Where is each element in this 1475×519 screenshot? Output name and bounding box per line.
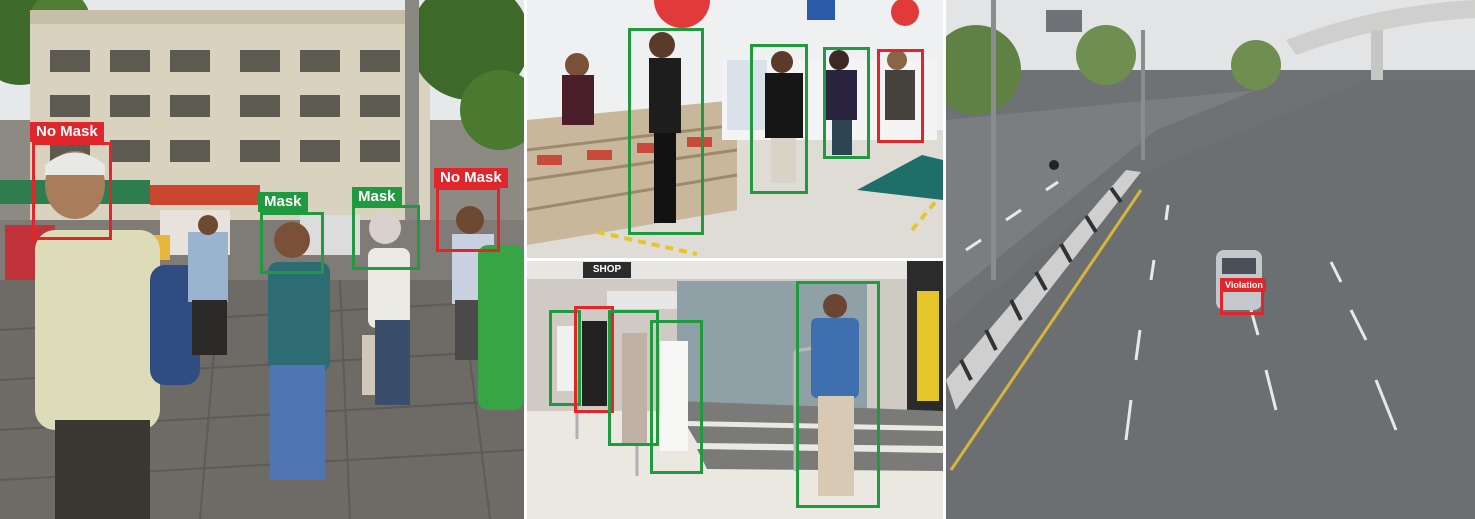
mask-label-woman-phone: Mask	[258, 192, 308, 212]
compliant-box-woman-phone	[750, 44, 808, 194]
compliant-box-person-4	[650, 320, 703, 474]
compliant-box-person-5	[796, 281, 880, 508]
shop-sign: SHOP	[592, 264, 622, 275]
highway-scene-panel: Violation	[946, 0, 1475, 519]
queue-scene-panel: SHOP	[527, 261, 943, 519]
mask-label-woman-bag: Mask	[352, 187, 402, 207]
violation-box-woman-right	[877, 49, 924, 143]
store-scene-panel	[527, 0, 943, 258]
compliant-box-woman-back	[823, 47, 870, 159]
no-mask-label-man-right: No Mask	[434, 168, 508, 188]
mask-box-woman-bag	[352, 205, 420, 270]
mask-box-woman-phone	[260, 212, 324, 274]
no-mask-box-old-man	[32, 142, 112, 240]
no-mask-box-man-right	[436, 187, 500, 252]
violation-label-car: Violation	[1222, 279, 1266, 292]
compliant-box-woman-front	[628, 28, 704, 235]
highway-scene-photo	[946, 0, 1475, 519]
street-scene-panel: No Mask Mask Mask No Mask	[0, 0, 524, 519]
no-mask-label-old-man: No Mask	[30, 122, 104, 142]
